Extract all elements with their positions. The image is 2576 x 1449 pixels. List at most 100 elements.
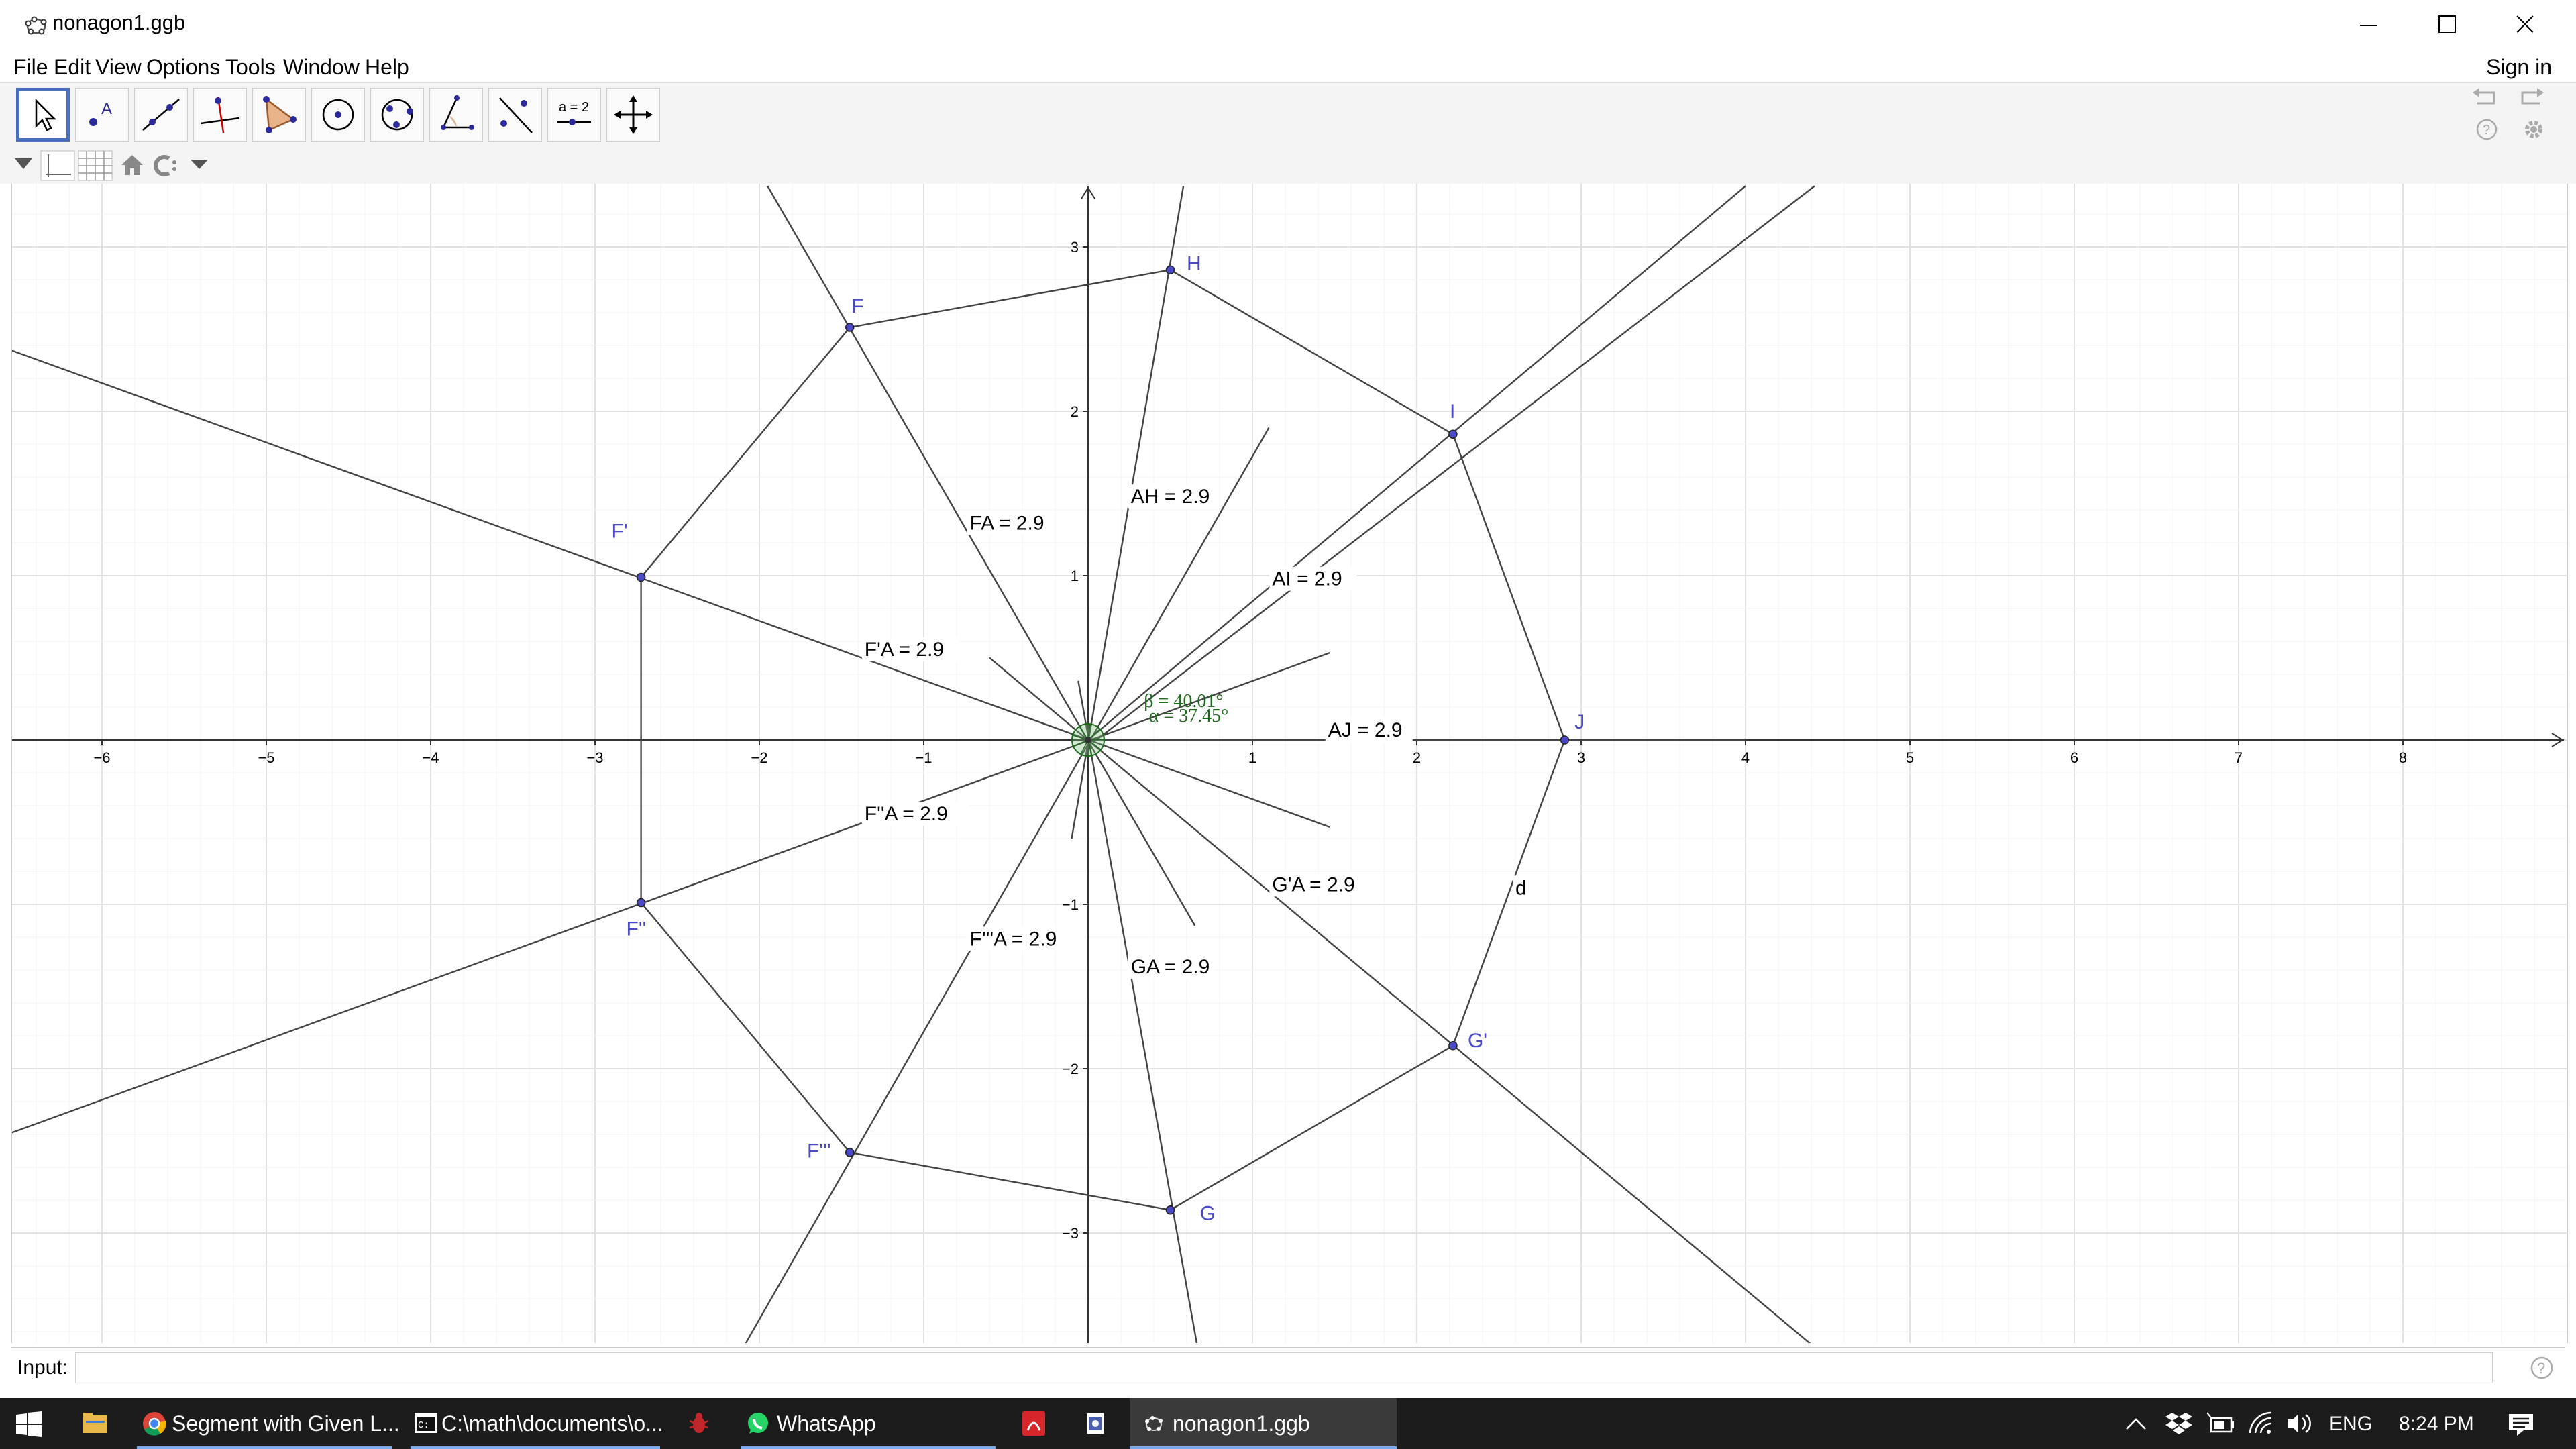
line-f2-a[interactable] [11,652,1330,1134]
maximize-button[interactable] [2408,0,2486,51]
battery-icon[interactable] [2207,1410,2237,1437]
line-tool-button[interactable] [134,88,188,142]
circle-tool-button[interactable] [311,88,365,142]
point-j[interactable] [1560,735,1570,745]
circle-tool-icon [322,99,354,131]
geogebra-icon [1145,1416,1163,1431]
dropbox-icon[interactable] [2165,1410,2192,1437]
taskbar-command-prompt-label: C:\math\documents\o... [441,1411,663,1436]
dropdown-icon[interactable] [189,158,209,172]
taskbar-command-prompt[interactable]: C: C:\math\documents\o... [411,1398,663,1449]
nonagon-edge-f2-f3[interactable] [640,902,851,1153]
slider-tool-button[interactable]: a = 2 [547,88,601,142]
polygon-tool-button[interactable] [252,88,306,142]
point-f2[interactable] [636,898,646,908]
point-g1[interactable] [1448,1040,1458,1051]
point-h[interactable] [1165,265,1175,275]
chevron-up-icon[interactable] [2125,1417,2147,1430]
gear-icon[interactable] [2521,117,2546,142]
point-i[interactable] [1448,429,1458,439]
grid-toggle-icon[interactable] [78,150,113,181]
taskbar-chrome[interactable]: Segment with Given L... [137,1398,400,1449]
point-label-f3: F''' [807,1140,831,1162]
taskbar-underline [741,1446,996,1449]
tray-clock[interactable]: 8:24 PM [2399,1413,2474,1436]
point-label-j: J [1574,711,1585,733]
menu-tools[interactable]: Tools [225,55,276,80]
taskbar-bug-app[interactable] [679,1398,719,1449]
taskbar-file-explorer[interactable] [75,1398,115,1449]
volume-icon[interactable] [2285,1410,2314,1437]
nonagon-edge-g-g1[interactable] [1169,1044,1454,1211]
point-label-f2: F'' [627,918,647,941]
point-label-g1: G' [1468,1030,1487,1052]
x-tick-label: −3 [586,749,603,766]
help-icon[interactable]: ? [2475,118,2498,141]
nonagon-edge-f-f1[interactable] [640,327,851,578]
reflect-tool-button[interactable] [488,88,542,142]
perpendicular-line-tool-button[interactable] [193,88,247,142]
wifi-icon[interactable] [2247,1410,2274,1437]
geometry-canvas[interactable]: −6 −5 −4 −3 −2 −1 1 2 3 4 5 6 7 8 3 2 1 −1 −2 −3 J I H F F' F'' F… [11,184,2568,1343]
taskbar: Segment with Given L... C: C:\math\docum… [0,1398,2576,1449]
nonagon-edge-f3-g[interactable] [849,1151,1171,1211]
move-view-tool-button[interactable] [606,88,660,142]
taskbar-app[interactable] [1076,1398,1116,1449]
graphics-view[interactable]: −6 −5 −4 −3 −2 −1 1 2 3 4 5 6 7 8 3 2 1 −1 −2 −3 J I H F F' F'' F… [11,184,2568,1343]
point-f1[interactable] [636,572,646,582]
input-field[interactable] [75,1352,2493,1383]
menu-edit[interactable]: Edit [54,55,91,80]
move-tool-button[interactable] [16,88,70,142]
move-view-tool-icon [614,95,653,134]
menu-window[interactable]: Window [283,55,360,80]
x-tick-label: 6 [2070,749,2078,766]
line-f3-a[interactable] [743,427,1270,1344]
angle-tool-button[interactable] [429,88,483,142]
line-f-a[interactable] [767,185,1196,926]
point-a[interactable] [1085,737,1091,743]
ellipse-tool-icon [381,99,413,131]
line-g-a[interactable] [1077,680,1198,1343]
window-title: nonagon1.ggb [52,11,186,34]
menu-options[interactable]: Options [146,55,220,80]
point-f[interactable] [845,323,855,332]
undo-icon[interactable] [2470,86,2500,110]
input-help-icon[interactable]: ? [2529,1355,2555,1381]
segment-label-fa: FA = 2.9 [970,512,1044,534]
point-f3[interactable] [845,1148,855,1157]
taskbar-whatsapp-label: WhatsApp [777,1411,876,1436]
redo-icon[interactable] [2517,86,2546,110]
minimize-button[interactable] [2330,0,2408,51]
svg-text:?: ? [2483,123,2490,138]
pdf-icon [1022,1411,1045,1436]
nonagon-edge-h-f[interactable] [849,269,1171,329]
app-icon [1087,1413,1104,1434]
close-button[interactable] [2486,0,2564,51]
toggle-stylebar-icon[interactable] [13,156,34,172]
menu-file[interactable]: File [13,55,48,80]
segment-label-ai: AI = 2.9 [1272,568,1342,590]
line-g1-a[interactable] [989,657,1819,1344]
taskbar-pdf[interactable] [1014,1398,1055,1449]
sign-in-link[interactable]: Sign in [2486,55,2552,80]
point-g[interactable] [1165,1205,1175,1215]
tray-language[interactable]: ENG [2329,1413,2373,1436]
point-tool-button[interactable]: A [75,88,129,142]
y-tick-label: 3 [1071,239,1079,256]
taskbar-geogebra[interactable]: nonagon1.ggb [1130,1398,1397,1449]
taskbar-whatsapp[interactable]: WhatsApp [741,1398,996,1449]
axes-toggle-icon[interactable] [40,150,75,181]
ellipse-tool-button[interactable] [370,88,424,142]
slider-tool-icon: a = 2 [557,100,591,125]
menu-view[interactable]: View [95,55,142,80]
menu-help[interactable]: Help [365,55,409,80]
segment-label-d: d [1515,877,1527,899]
home-icon[interactable] [119,153,145,177]
start-button[interactable] [0,1398,58,1449]
nonagon-edge-i-h[interactable] [1169,269,1454,435]
point-capture-icon[interactable] [152,153,185,177]
line-f1-a[interactable] [11,350,1330,828]
line-a-i-parallel[interactable] [1095,185,1815,741]
toolbar: A a = 2 [0,82,2576,147]
action-center-icon[interactable] [2508,1413,2534,1437]
